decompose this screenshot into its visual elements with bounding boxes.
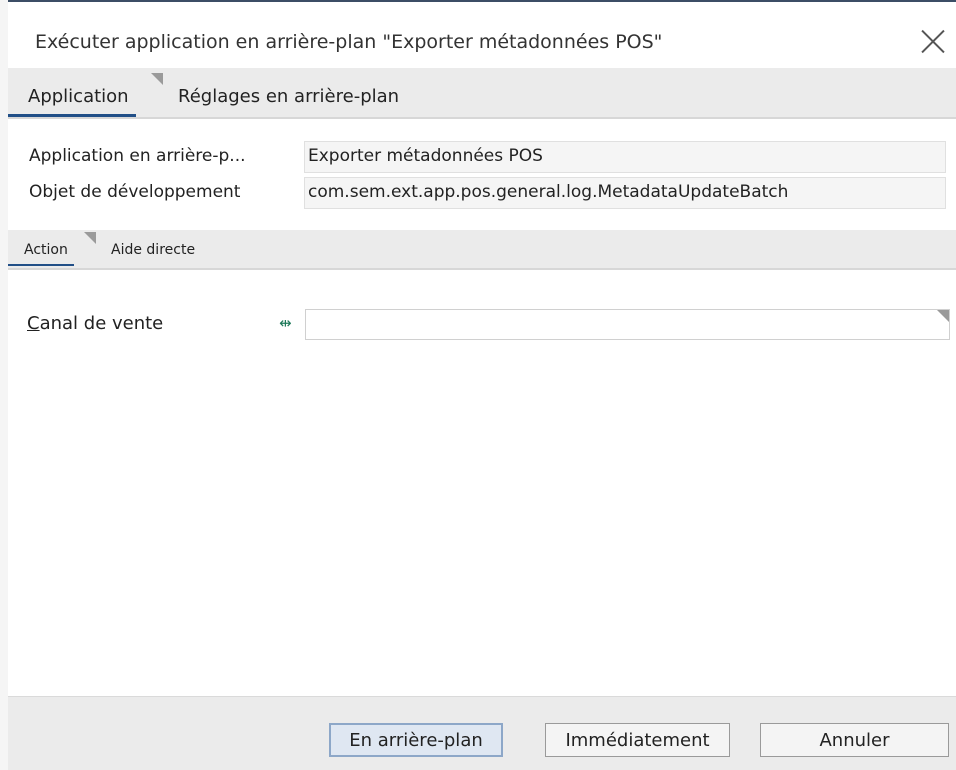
info-row-dev-object: Objet de développement com.sem.ext.app.p… [29, 177, 946, 209]
background-app-dialog: Exécuter application en arrière-plan "Ex… [0, 0, 956, 770]
info-value-dev-object: com.sem.ext.app.pos.general.log.Metadata… [304, 177, 946, 209]
subtab-corner-icon [84, 232, 96, 244]
dialog-titlebar: Exécuter application en arrière-plan "Ex… [8, 2, 956, 68]
info-value-application: Exporter métadonnées POS [304, 141, 946, 173]
tab-background-settings[interactable]: Réglages en arrière-plan [178, 86, 399, 107]
main-tab-bar: Application Réglages en arrière-plan [8, 68, 956, 119]
dialog-footer: En arrière-plan Immédiatement Annuler [8, 696, 956, 770]
info-label-dev-object: Objet de développement [29, 182, 241, 202]
link-icon[interactable]: ⇹ [279, 314, 292, 332]
sales-channel-label-text: anal de vente [39, 313, 164, 334]
tab-direct-help[interactable]: Aide directe [111, 242, 195, 258]
dialog-content: Application en arrière-p... Exporter mét… [8, 119, 956, 770]
immediately-button[interactable]: Immédiatement [545, 723, 730, 757]
sales-channel-label: Canal de vente [27, 313, 163, 334]
tab-corner-icon [151, 73, 163, 85]
sales-channel-label-mnemonic: C [27, 313, 40, 334]
info-row-application: Application en arrière-p... Exporter mét… [29, 141, 946, 173]
background-button[interactable]: En arrière-plan [329, 723, 503, 757]
tab-action[interactable]: Action [8, 242, 74, 266]
sub-tab-bar: Action Aide directe [8, 230, 956, 270]
info-grid: Application en arrière-p... Exporter mét… [29, 141, 946, 213]
cancel-button[interactable]: Annuler [760, 723, 949, 757]
tab-application[interactable]: Application [8, 86, 136, 117]
info-label-application: Application en arrière-p... [29, 146, 246, 166]
dialog-title: Exécuter application en arrière-plan "Ex… [35, 31, 663, 53]
close-icon[interactable] [918, 26, 948, 56]
sales-channel-input[interactable] [305, 309, 950, 340]
